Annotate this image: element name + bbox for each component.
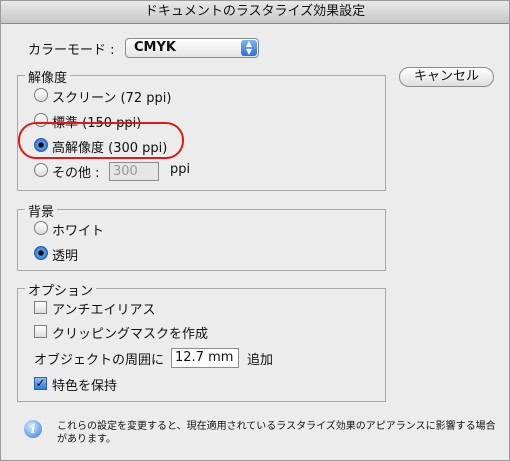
padding-suffix: 追加 xyxy=(247,353,274,368)
rasterize-settings-dialog: ドキュメントのラスタライズ効果設定 カラーモード : CMYK ▲ ▼ キャンセル… xyxy=(0,0,510,461)
cancel-button[interactable]: キャンセル xyxy=(399,67,494,87)
radio-screen-72[interactable] xyxy=(34,88,48,102)
color-mode-label: カラーモード : xyxy=(28,43,115,58)
radio-other-label: その他 : xyxy=(52,166,100,181)
padding-label: オブジェクトの周囲に xyxy=(34,353,165,368)
spot-color-label: 特色を保持 xyxy=(52,379,118,394)
options-group-title: オプション xyxy=(25,280,97,299)
antialias-checkbox[interactable] xyxy=(34,301,47,314)
clipping-mask-checkbox[interactable] xyxy=(34,325,47,338)
other-ppi-unit: ppi xyxy=(170,162,191,177)
clipping-mask-label: クリッピングマスクを作成 xyxy=(52,327,209,342)
padding-input[interactable]: 12.7 mm xyxy=(171,348,239,368)
radio-other[interactable] xyxy=(34,163,48,177)
spot-color-checkbox[interactable]: ✓ xyxy=(34,377,47,390)
background-group-title: 背景 xyxy=(25,201,58,220)
highlight-annotation xyxy=(18,122,184,159)
updown-arrows-icon: ▲ ▼ xyxy=(241,40,257,56)
checkmark-icon: ✓ xyxy=(35,376,46,390)
radio-transparent-label: 透明 xyxy=(52,249,79,264)
resolution-group-title: 解像度 xyxy=(25,67,71,86)
antialias-label: アンチエイリアス xyxy=(52,303,156,318)
other-ppi-input[interactable]: 300 xyxy=(109,162,159,181)
info-text: これらの設定を変更すると、現在適用されているラスタライズ効果のアピアランスに影響… xyxy=(57,421,496,445)
color-mode-select[interactable]: CMYK ▲ ▼ xyxy=(125,38,259,58)
radio-transparent[interactable] xyxy=(34,246,48,260)
radio-screen-72-label: スクリーン (72 ppi) xyxy=(52,91,172,106)
radio-white[interactable] xyxy=(34,221,48,235)
color-mode-value: CMYK xyxy=(134,40,176,55)
window-title: ドキュメントのラスタライズ効果設定 xyxy=(1,1,509,24)
radio-white-label: ホワイト xyxy=(52,224,105,239)
info-icon: i xyxy=(24,420,42,438)
